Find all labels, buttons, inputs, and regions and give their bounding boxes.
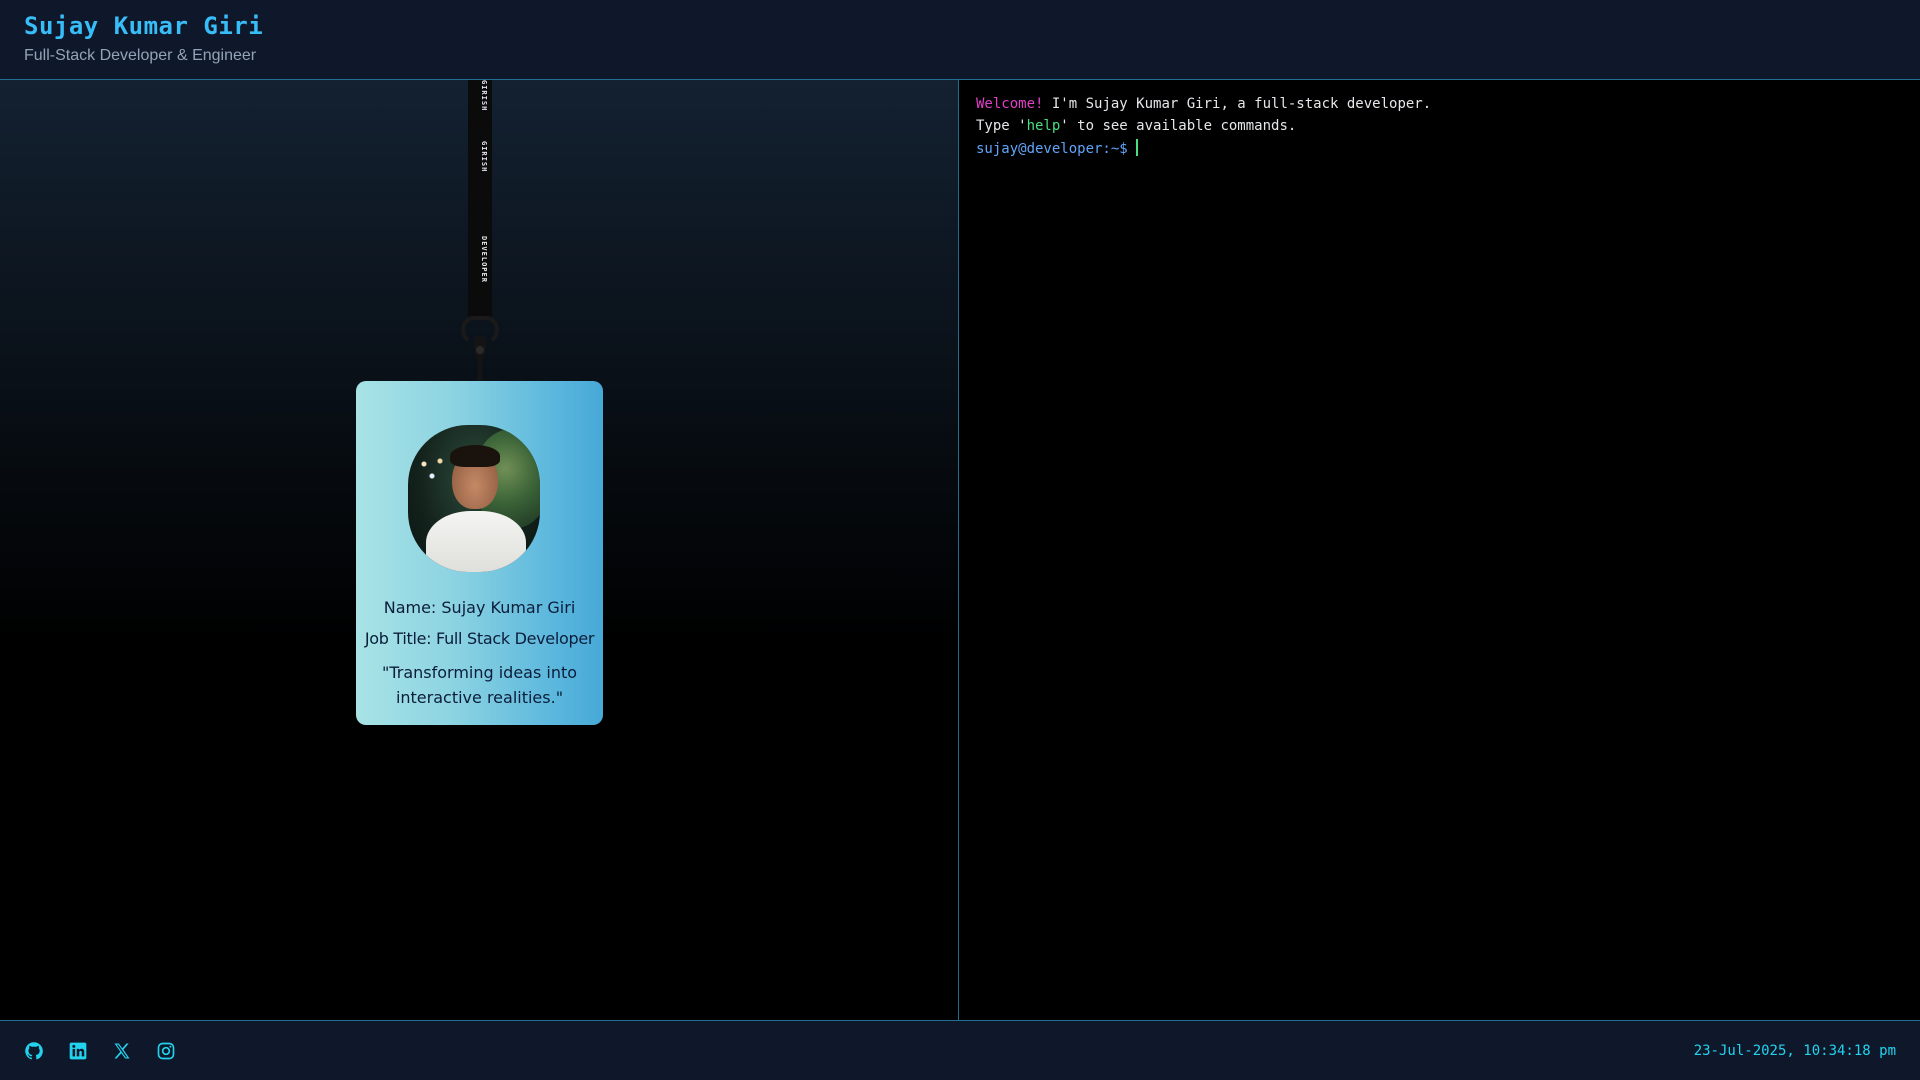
terminal-help-line: Type 'help' to see available commands. — [976, 118, 1904, 140]
badge-job-title: Job Title: Full Stack Developer — [364, 629, 595, 648]
strap-label: DEVELOPER — [480, 235, 488, 283]
terminal-welcome-line: Welcome! I'm Sujay Kumar Giri, a full-st… — [976, 96, 1904, 118]
badge-quote: "Transforming ideas into interactive rea… — [381, 663, 578, 707]
help-prefix: Type ' — [976, 117, 1027, 134]
footer-timestamp: 23-Jul-2025, 10:34:18 pm — [1693, 1043, 1896, 1059]
profile-photo — [408, 425, 540, 572]
page-title: Sujay Kumar Giri — [24, 12, 264, 40]
id-badge[interactable]: Name: Sujay Kumar Giri Job Title: Full S… — [356, 381, 603, 725]
welcome-word: Welcome! — [976, 96, 1044, 112]
terminal-prompt-line[interactable]: sujay@developer:~$ — [976, 139, 1904, 161]
id-card-panel: GIRISH GIRISH DEVELOPER Name: Sujay Kuma… — [0, 80, 959, 1020]
page-footer: 23-Jul-2025, 10:34:18 pm — [0, 1020, 1920, 1080]
page-subtitle: Full-Stack Developer & Engineer — [24, 47, 257, 64]
x-icon[interactable] — [112, 1041, 132, 1061]
strap-label: GIRISH — [480, 80, 488, 112]
linkedin-icon[interactable] — [68, 1041, 88, 1061]
github-icon[interactable] — [24, 1041, 44, 1061]
instagram-icon[interactable] — [156, 1041, 176, 1061]
page-header: Sujay Kumar Giri Full-Stack Developer & … — [0, 0, 1920, 80]
lanyard-strap[interactable]: GIRISH GIRISH DEVELOPER — [468, 80, 492, 320]
terminal-panel[interactable]: Welcome! I'm Sujay Kumar Giri, a full-st… — [960, 80, 1920, 1020]
badge-name: Name: Sujay Kumar Giri — [383, 598, 576, 617]
welcome-text: I'm Sujay Kumar Giri, a full-stack devel… — [1043, 96, 1432, 112]
strap-label: GIRISH — [480, 141, 488, 173]
terminal-cursor — [1135, 139, 1138, 156]
terminal-prompt: sujay@developer:~$ — [976, 141, 1128, 157]
help-command: help — [1026, 117, 1061, 134]
help-suffix: ' to see available commands. — [1060, 117, 1297, 134]
